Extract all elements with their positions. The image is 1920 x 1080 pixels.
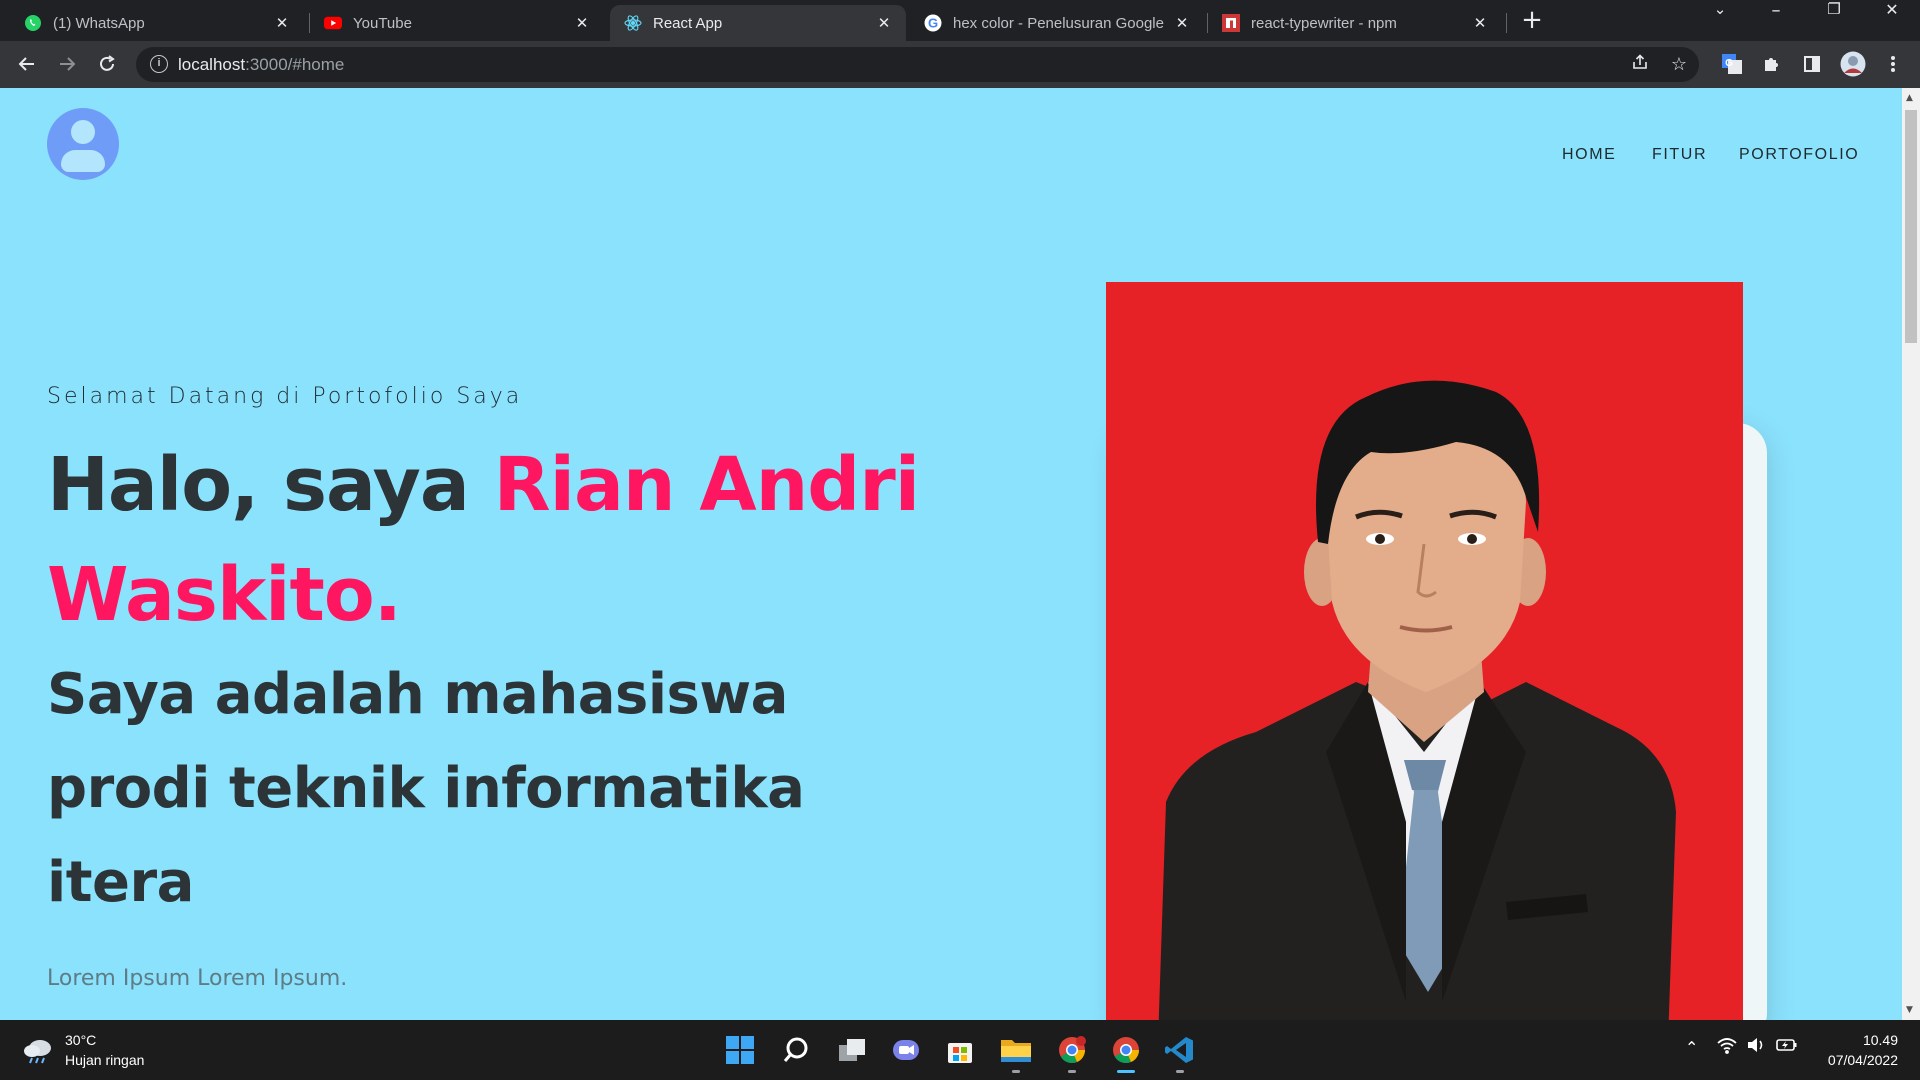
tab-close-button[interactable]: ✕	[1174, 14, 1190, 32]
running-indicator	[1176, 1070, 1184, 1073]
tab-youtube[interactable]: YouTube ✕	[310, 5, 604, 41]
forward-arrow-icon[interactable]	[52, 49, 82, 79]
page-scrollbar[interactable]: ▲ ▼	[1902, 88, 1920, 1020]
side-panel-icon[interactable]	[1797, 49, 1827, 79]
nav-fitur[interactable]: FITUR	[1652, 146, 1707, 164]
tab-title: hex color - Penelusuran Google	[953, 14, 1164, 32]
site-info-icon[interactable]: i	[150, 55, 168, 73]
chrome-alt-icon[interactable]	[1052, 1030, 1092, 1070]
chrome-icon[interactable]	[1106, 1030, 1146, 1070]
tab-title: (1) WhatsApp	[53, 14, 145, 32]
youtube-icon	[324, 14, 342, 32]
weather-description[interactable]: Hujan ringan	[65, 1052, 144, 1068]
tab-close-button[interactable]: ✕	[574, 14, 590, 32]
scroll-down-arrow-icon[interactable]: ▼	[1906, 1005, 1913, 1015]
share-icon[interactable]	[1628, 53, 1652, 77]
npm-icon	[1222, 14, 1240, 32]
user-avatar-logo[interactable]	[47, 108, 119, 180]
minimize-icon[interactable]: –	[1748, 0, 1804, 41]
volume-icon[interactable]	[1746, 1036, 1766, 1058]
extensions-puzzle-icon[interactable]	[1757, 49, 1787, 79]
hero-headline: Halo, saya Rian Andri Waskito.	[47, 430, 947, 650]
hero-description: Lorem Ipsum Lorem Ipsum.	[47, 966, 348, 991]
whatsapp-icon	[24, 14, 42, 32]
nav-home[interactable]: HOME	[1562, 146, 1616, 164]
restore-icon[interactable]: ❐	[1806, 0, 1862, 41]
browser-tab-strip: (1) WhatsApp ✕ YouTube ✕ React App ✕ G h…	[0, 0, 1920, 41]
windows-taskbar: 30°C Hujan ringan ⌃ 10.49 07/04/2022	[0, 1020, 1920, 1080]
show-hidden-icons-chevron-icon[interactable]: ⌃	[1685, 1038, 1698, 1057]
greeting-text: Halo, saya	[47, 442, 494, 528]
microsoft-store-icon[interactable]	[940, 1030, 980, 1070]
clock-time[interactable]: 10.49	[1863, 1032, 1898, 1048]
portrait-illustration	[1106, 282, 1743, 1020]
svg-text:G: G	[1725, 58, 1733, 69]
address-bar[interactable]: i localhost:3000/#home ☆	[136, 47, 1699, 82]
clock-date[interactable]: 07/04/2022	[1828, 1052, 1898, 1068]
web-page: HOME FITUR PORTOFOLIO Selamat Datang di …	[0, 88, 1902, 1020]
reload-icon[interactable]	[92, 49, 122, 79]
battery-charging-icon[interactable]	[1776, 1036, 1798, 1058]
url-host: localhost	[178, 55, 246, 74]
tab-title: YouTube	[353, 14, 412, 32]
vscode-icon[interactable]	[1160, 1030, 1200, 1070]
url-path: :3000/#home	[245, 55, 345, 74]
translate-icon[interactable]: G	[1717, 49, 1747, 79]
teams-chat-icon[interactable]	[886, 1030, 926, 1070]
avatar-head-shape	[71, 120, 95, 144]
search-icon[interactable]	[776, 1030, 816, 1070]
profile-avatar[interactable]	[1838, 49, 1868, 79]
new-tab-button[interactable]: +	[1518, 6, 1546, 34]
windows-start-icon[interactable]	[720, 1030, 760, 1070]
task-view-icon[interactable]	[832, 1030, 872, 1070]
wifi-icon[interactable]	[1717, 1036, 1737, 1058]
tab-search-chevron-icon[interactable]: ⌄	[1692, 0, 1748, 41]
tab-close-button[interactable]: ✕	[1472, 14, 1488, 32]
tab-whatsapp[interactable]: (1) WhatsApp ✕	[10, 5, 304, 41]
hero-tagline: Saya adalah mahasiswa prodi teknik infor…	[47, 662, 805, 915]
chrome-menu-icon[interactable]	[1878, 49, 1908, 79]
profile-photo	[1106, 282, 1743, 1020]
avatar-body-shape	[61, 150, 105, 172]
tab-title: react-typewriter - npm	[1251, 14, 1397, 32]
react-icon	[624, 14, 642, 32]
close-window-icon[interactable]: ✕	[1864, 0, 1920, 41]
weather-temperature[interactable]: 30°C	[65, 1032, 96, 1048]
tab-close-button[interactable]: ✕	[876, 14, 892, 32]
tab-close-button[interactable]: ✕	[274, 14, 290, 32]
svg-text:G: G	[928, 16, 938, 31]
google-icon: G	[924, 14, 942, 32]
scroll-up-arrow-icon[interactable]: ▲	[1906, 93, 1913, 103]
tab-separator	[1506, 13, 1507, 33]
welcome-text: Selamat Datang di Portofolio Saya	[47, 384, 523, 409]
running-indicator	[1068, 1070, 1076, 1073]
tab-title: React App	[653, 14, 723, 32]
browser-toolbar: i localhost:3000/#home ☆ G	[0, 41, 1920, 88]
nav-portofolio[interactable]: PORTOFOLIO	[1739, 146, 1859, 164]
file-explorer-icon[interactable]	[996, 1030, 1036, 1070]
active-indicator	[1117, 1070, 1135, 1073]
address-url: localhost:3000/#home	[178, 55, 344, 75]
tab-react-app[interactable]: React App ✕	[610, 5, 906, 41]
tab-npm[interactable]: react-typewriter - npm ✕	[1208, 5, 1502, 41]
tab-google-search[interactable]: G hex color - Penelusuran Google ✕	[910, 5, 1204, 41]
weather-cloud-rain-icon[interactable]	[22, 1036, 54, 1068]
bookmark-star-icon[interactable]: ☆	[1667, 53, 1691, 77]
back-arrow-icon[interactable]	[12, 49, 42, 79]
scroll-thumb[interactable]	[1905, 110, 1917, 343]
running-indicator	[1012, 1070, 1020, 1073]
